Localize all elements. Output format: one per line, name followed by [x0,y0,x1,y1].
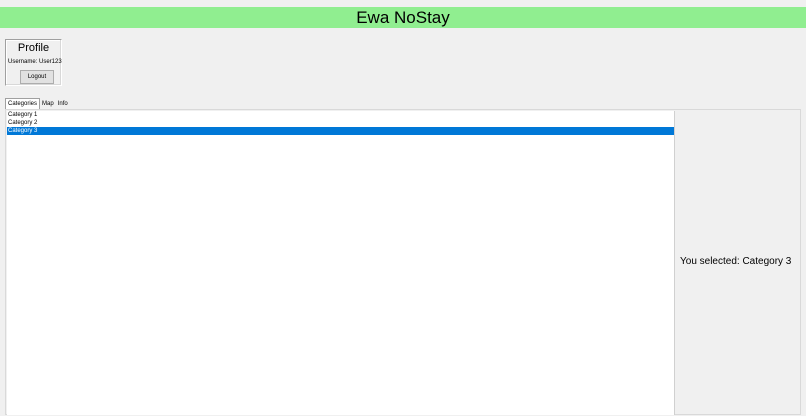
selection-label: You selected: Category 3 [680,256,792,267]
categories-listbox[interactable]: Category 1 Category 2 Category 3 [7,111,675,415]
list-item-category-3[interactable]: Category 3 [7,127,674,135]
tab-info[interactable]: Info [56,100,70,109]
tab-categories[interactable]: Categories [5,98,41,109]
list-item-category-1[interactable]: Category 1 [7,111,674,119]
window-top-strip [0,0,806,7]
profile-username: Username: User123 [8,59,62,65]
profile-title: Profile [17,42,50,54]
app-title-bar: Ewa NoStay [0,7,806,28]
tab-map[interactable]: Map [40,100,56,109]
list-item-category-2[interactable]: Category 2 [7,119,674,127]
logout-button[interactable]: Logout [20,70,54,84]
app-title: Ewa NoStay [356,8,450,27]
categories-tab-panel: Category 1 Category 2 Category 3 You sel… [5,109,801,415]
profile-panel: Profile Username: User123 Logout [5,39,62,86]
tab-strip: Categories Map Info [5,98,70,109]
